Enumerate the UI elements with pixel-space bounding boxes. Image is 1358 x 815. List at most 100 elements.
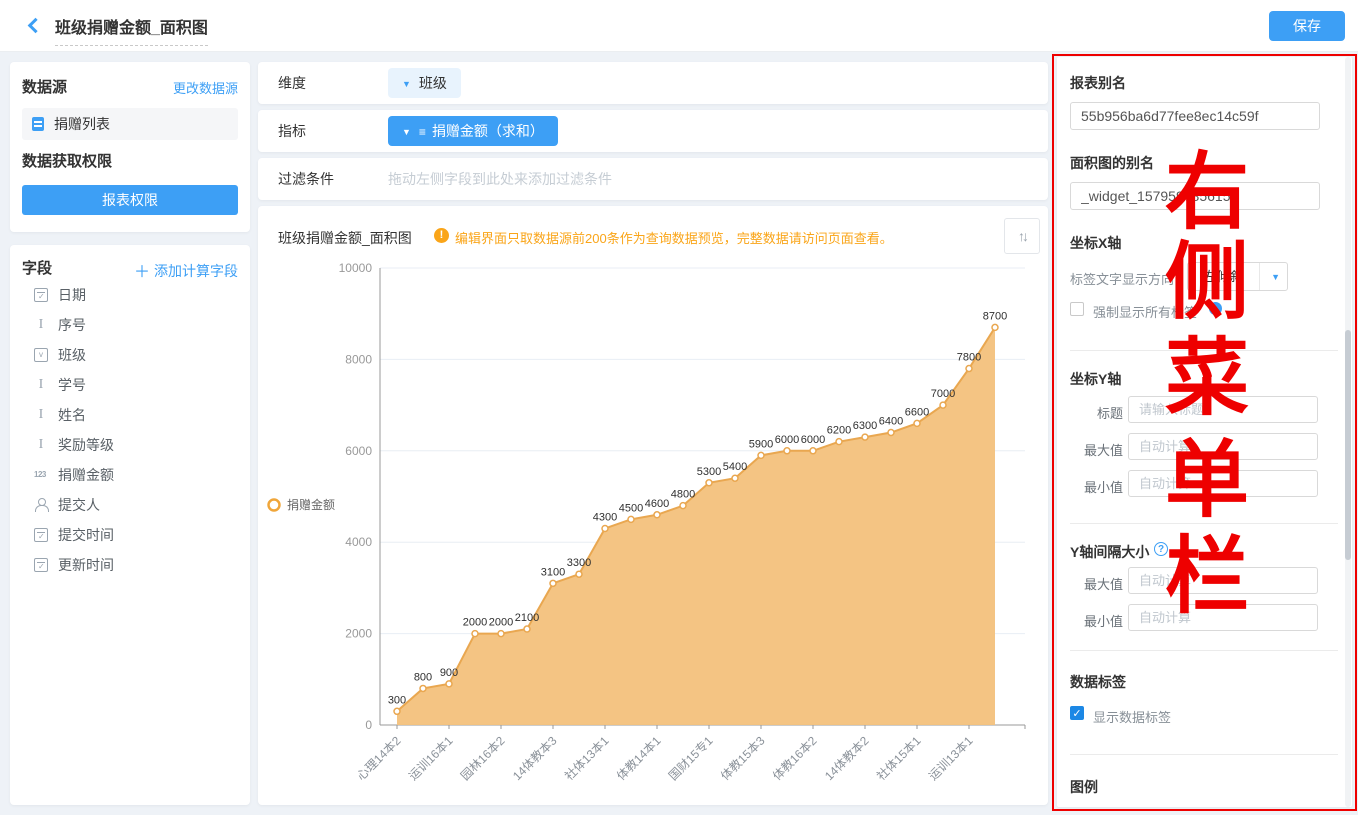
svg-text:社体15本1: 社体15本1 (873, 733, 923, 783)
chart-title: 班级捐赠金额_面积图 (278, 228, 412, 248)
metric-tag[interactable]: ▼≡捐赠金额（求和） (388, 116, 558, 146)
svg-text:2000: 2000 (489, 617, 513, 629)
field-item-submit-time[interactable]: 提交时间 (10, 520, 250, 550)
svg-text:5900: 5900 (749, 438, 773, 450)
filter-row[interactable]: 过滤条件 拖动左侧字段到此处来添加过滤条件 (258, 158, 1048, 200)
calendar-icon (34, 528, 48, 542)
svg-text:4600: 4600 (645, 498, 669, 510)
back-icon[interactable] (28, 18, 44, 34)
svg-text:6600: 6600 (905, 406, 929, 418)
svg-text:体教14本1: 体教14本1 (613, 733, 663, 783)
calendar-icon (34, 558, 48, 572)
svg-text:捐赠金额: 捐赠金额 (287, 497, 335, 512)
aggregate-icon: ≡ (419, 125, 426, 139)
yaxis-min-input[interactable] (1128, 470, 1318, 497)
field-item-name[interactable]: I姓名 (10, 400, 250, 430)
yaxis-caption-input[interactable] (1128, 396, 1318, 423)
yaxis-max-label: 最大值 (1070, 440, 1123, 459)
svg-text:6200: 6200 (827, 425, 851, 437)
svg-text:2000: 2000 (463, 617, 487, 629)
add-calc-field-link[interactable]: ＋添加计算字段 (134, 258, 238, 282)
interval-min-input[interactable] (1128, 604, 1318, 631)
change-datasource-link[interactable]: 更改数据源 (173, 78, 238, 97)
yaxis-title: 坐标Y轴 (1070, 369, 1121, 389)
yaxis-min-label: 最小值 (1070, 477, 1123, 496)
svg-text:6400: 6400 (879, 416, 903, 428)
svg-text:3100: 3100 (541, 566, 565, 578)
show-data-label-label: 显示数据标签 (1093, 707, 1171, 726)
data-permission-title: 数据获取权限 (22, 150, 112, 171)
text-icon: I (34, 438, 48, 452)
filter-placeholder: 拖动左侧字段到此处来添加过滤条件 (388, 158, 612, 200)
label-direction-value: 左倾斜 (1188, 263, 1260, 290)
force-labels-checkbox[interactable] (1070, 302, 1084, 316)
svg-text:8000: 8000 (345, 352, 372, 366)
field-item-donation-amount[interactable]: 123捐赠金额 (10, 460, 250, 490)
scrollbar-thumb[interactable] (1345, 330, 1351, 560)
plus-icon: ＋ (134, 264, 150, 281)
info-icon[interactable] (1209, 302, 1222, 315)
report-alias-label: 报表别名 (1070, 73, 1126, 93)
svg-text:心理14本2: 心理14本2 (354, 733, 404, 783)
metric-row: 指标 ▼≡捐赠金额（求和） (258, 110, 1048, 152)
svg-text:7000: 7000 (931, 388, 955, 400)
chevron-down-icon: ▼ (1271, 272, 1280, 282)
help-icon[interactable]: ? (1154, 542, 1168, 556)
area-alias-input[interactable] (1070, 182, 1320, 210)
calendar-icon (34, 288, 48, 302)
interval-max-label: 最大值 (1070, 574, 1123, 593)
show-data-label-checkbox[interactable]: ✓ (1070, 706, 1084, 720)
datasource-item[interactable]: 捐赠列表 (22, 108, 238, 140)
svg-text:运训13本1: 运训13本1 (926, 733, 976, 783)
divider (1070, 523, 1338, 524)
svg-text:14体教本2: 14体教本2 (821, 733, 871, 783)
dimension-label: 维度 (278, 62, 306, 104)
svg-text:4300: 4300 (593, 511, 617, 523)
yaxis-caption-label: 标题 (1070, 403, 1123, 422)
field-item-update-time[interactable]: 更新时间 (10, 550, 250, 580)
svg-text:运训16本1: 运训16本1 (406, 733, 456, 783)
field-item-date[interactable]: 日期 (10, 280, 250, 310)
text-icon: I (34, 378, 48, 392)
sort-icon[interactable]: ↑↓ (1004, 218, 1040, 254)
field-item-serial[interactable]: I序号 (10, 310, 250, 340)
divider (1070, 650, 1338, 651)
report-alias-input[interactable] (1070, 102, 1320, 130)
field-item-class[interactable]: 班级 (10, 340, 250, 370)
label-direction-select[interactable]: 左倾斜 ▼ (1187, 262, 1288, 291)
datasource-name: 捐赠列表 (54, 116, 110, 132)
field-item-submitter[interactable]: 提交人 (10, 490, 250, 520)
save-button[interactable]: 保存 (1269, 11, 1345, 41)
field-item-student-id[interactable]: I学号 (10, 370, 250, 400)
svg-text:体教15本3: 体教15本3 (717, 733, 767, 783)
force-labels-label: 强制显示所有标签 (1093, 302, 1197, 321)
warning-icon: ! (434, 228, 449, 243)
svg-text:800: 800 (414, 671, 432, 683)
warning-text: 编辑界面只取数据源前200条作为查询数据预览，完整数据请访问页面查看。 (455, 228, 893, 247)
yaxis-max-input[interactable] (1128, 433, 1318, 460)
divider (1070, 754, 1338, 755)
dimension-row: 维度 ▼班级 (258, 62, 1048, 104)
interval-min-label: 最小值 (1070, 611, 1123, 630)
field-item-award-level[interactable]: I奖励等级 (10, 430, 250, 460)
xaxis-title: 坐标X轴 (1070, 233, 1121, 253)
svg-text:0: 0 (365, 718, 372, 732)
dimension-tag[interactable]: ▼班级 (388, 68, 461, 98)
svg-text:2100: 2100 (515, 612, 539, 624)
select-icon (34, 348, 48, 362)
y-interval-title: Y轴间隔大小 (1070, 542, 1149, 562)
area-chart: 0200040006000800010000300800900200020002… (258, 258, 1038, 798)
interval-max-input[interactable] (1128, 567, 1318, 594)
svg-text:4800: 4800 (671, 489, 695, 501)
svg-text:900: 900 (440, 667, 458, 679)
svg-text:社体13本1: 社体13本1 (561, 733, 611, 783)
legend-title: 图例 (1070, 777, 1098, 797)
svg-text:园林16本2: 园林16本2 (458, 733, 508, 783)
svg-text:5300: 5300 (697, 466, 721, 478)
svg-text:6000: 6000 (345, 444, 372, 458)
area-alias-label: 面积图的别名 (1070, 153, 1154, 173)
chevron-down-icon: ▼ (402, 79, 411, 89)
report-permission-button[interactable]: 报表权限 (22, 185, 238, 215)
svg-text:6000: 6000 (775, 434, 799, 446)
page-title: 班级捐赠金额_面积图 (55, 14, 208, 46)
